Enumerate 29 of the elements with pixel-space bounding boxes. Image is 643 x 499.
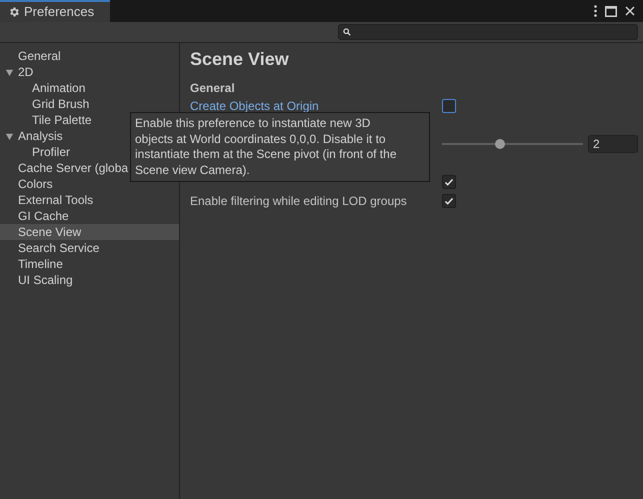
number-field[interactable]: 2 — [588, 134, 638, 152]
sidebar-item[interactable]: Timeline — [0, 256, 179, 272]
setting-label: Enable filtering while editing LOD groups — [190, 194, 407, 208]
maximize-icon[interactable] — [605, 6, 617, 16]
sidebar-item[interactable]: 2D — [0, 64, 179, 80]
search-field[interactable] — [338, 24, 638, 40]
search-icon — [343, 28, 351, 36]
close-icon[interactable] — [625, 6, 635, 16]
section-heading: General — [190, 80, 236, 95]
sidebar-item[interactable]: Grid Brush — [0, 96, 179, 112]
checkbox[interactable] — [442, 194, 456, 208]
window-tab[interactable]: Preferences — [0, 0, 110, 22]
tooltip: Enable this preference to instantiate new 3D objects at World coordinates 0,0,0. Disable it to instantiate them at the Scene pivot (in front of the Scene view Camera). — [130, 112, 430, 182]
sidebar-item[interactable]: UI Scaling — [0, 272, 179, 288]
window-title: Preferences — [24, 3, 94, 22]
gear-icon — [8, 6, 20, 18]
sidebar-item[interactable]: Search Service — [0, 240, 179, 256]
page-title: Scene View — [190, 48, 290, 71]
checkbox[interactable] — [442, 174, 456, 188]
slider-thumb[interactable] — [494, 138, 505, 148]
sidebar-item[interactable]: External Tools — [0, 192, 179, 208]
setting-label: Create Objects at Origin — [190, 98, 319, 112]
slider[interactable] — [442, 138, 583, 150]
more-icon[interactable] — [594, 5, 597, 17]
checkbox[interactable] — [442, 98, 456, 112]
sidebar-item[interactable]: General — [0, 48, 179, 64]
sidebar-item[interactable]: GI Cache — [0, 208, 179, 224]
sidebar-item[interactable]: Scene View — [0, 224, 179, 240]
sidebar-item[interactable]: Animation — [0, 80, 179, 96]
